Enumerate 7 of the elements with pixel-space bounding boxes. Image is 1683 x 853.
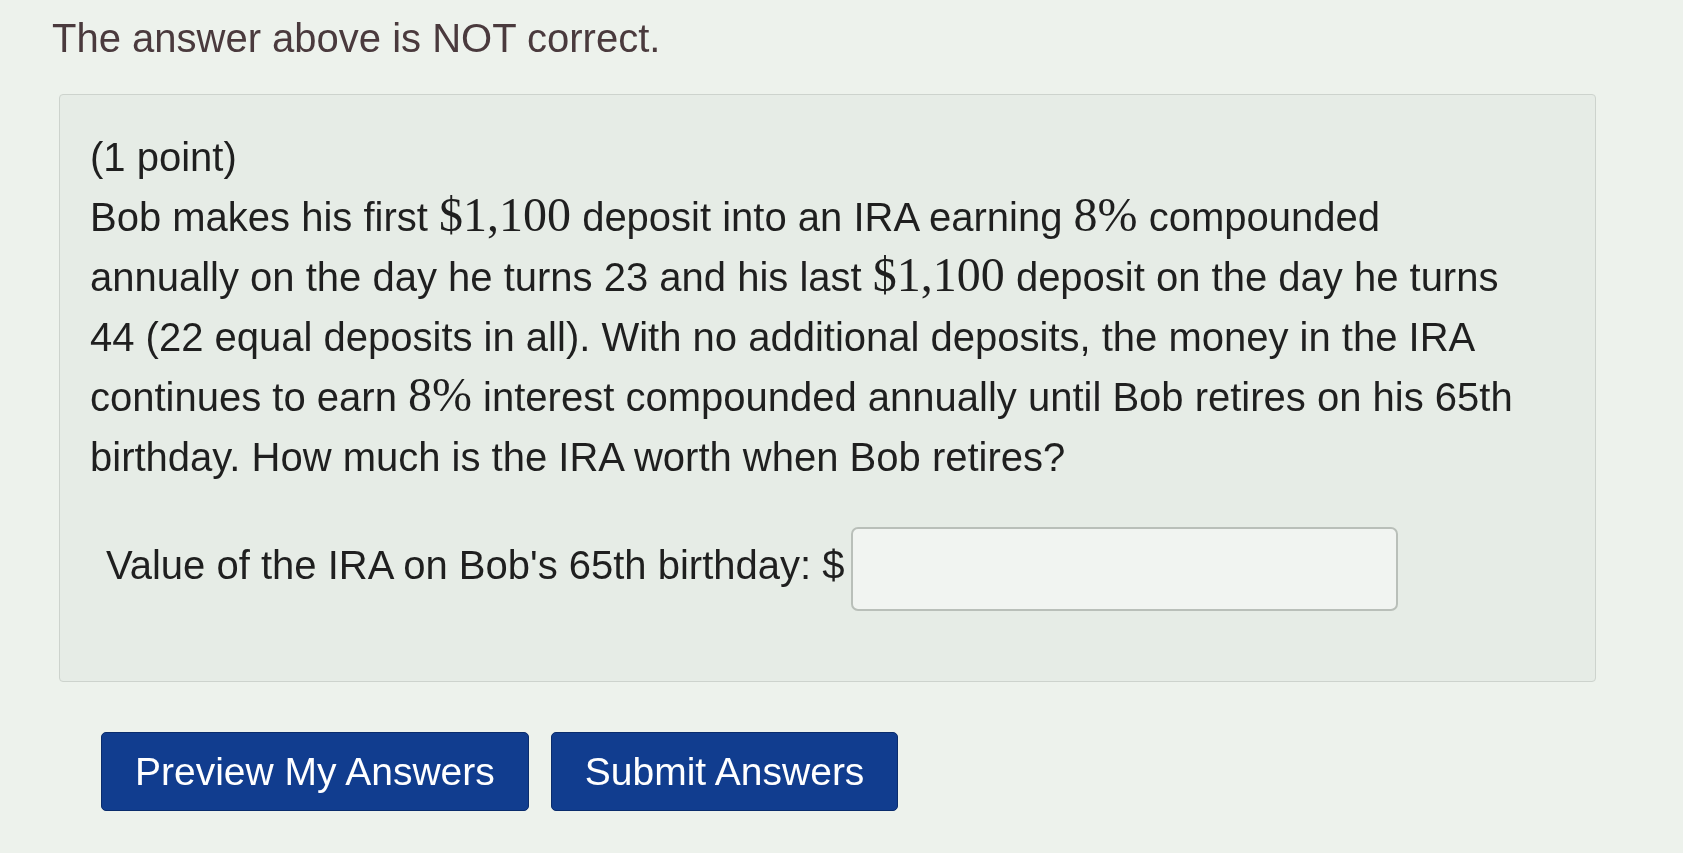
answer-status-message: The answer above is NOT correct. bbox=[52, 15, 661, 62]
answer-field[interactable] bbox=[850, 527, 1398, 611]
submit-answers-button[interactable]: Submit Answers bbox=[550, 732, 899, 811]
problem-statement: Bob makes his first $1,100 deposit into an IRA earning 8% compounded annually on the day he turns 23 and his last $1,100 deposit on the day he turns 44 (22 equal deposits in all). With no additional deposits, the money in the IRA continues to earn 8% interest compounded annually until Bob retires on his 65th birthday. How much is the IRA worth when Bob retires? bbox=[90, 187, 1514, 481]
point-value: (1 point) bbox=[90, 134, 237, 181]
preview-answers-button[interactable]: Preview My Answers bbox=[101, 732, 529, 811]
answer-label: Value of the IRA on Bob's 65th birthday: $ bbox=[106, 542, 845, 589]
